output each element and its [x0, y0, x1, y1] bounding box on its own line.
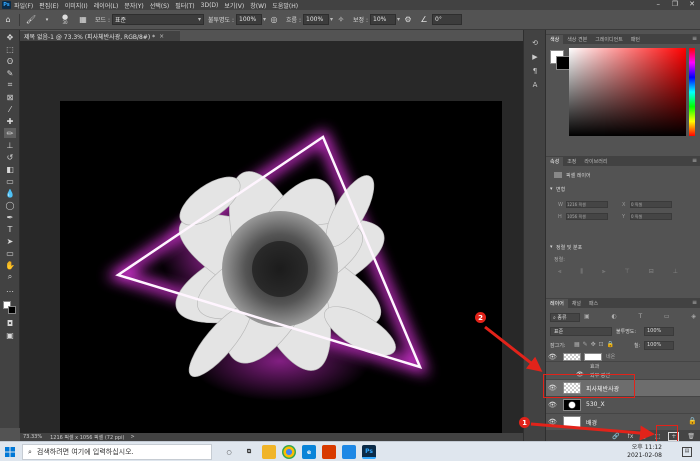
- windows-start-icon[interactable]: [5, 447, 15, 457]
- file-explorer-icon[interactable]: [262, 445, 276, 459]
- annotation-arrows: [484, 325, 655, 441]
- clock-date: 2021-02-08: [627, 452, 662, 459]
- photoshop-taskbar-icon[interactable]: Ps: [362, 445, 376, 459]
- taskbar-clock[interactable]: 오후 11:12 2021-02-08: [627, 444, 662, 460]
- task-view-icon[interactable]: ⧉: [242, 445, 256, 459]
- clock-time: 오후 11:12: [631, 444, 662, 451]
- chrome-icon[interactable]: [282, 445, 296, 459]
- cortana-icon[interactable]: ○: [222, 445, 236, 459]
- notification-icon[interactable]: ▤: [682, 447, 692, 457]
- arrow-to-layer: [484, 325, 543, 372]
- search-placeholder: 검색하려면 여기에 입력하십시오.: [36, 448, 134, 456]
- store-icon[interactable]: [342, 445, 356, 459]
- arrow-to-new-layer: [530, 422, 655, 441]
- taskbar-search-box[interactable]: ⌕ 검색하려면 여기에 입력하십시오.: [22, 444, 212, 460]
- office-icon[interactable]: [322, 445, 336, 459]
- search-icon: ⌕: [28, 447, 32, 456]
- edge-icon[interactable]: e: [302, 445, 316, 459]
- windows-taskbar: ⌕ 검색하려면 여기에 입력하십시오. ○ ⧉ e Ps 오후 11:12 20…: [0, 441, 700, 461]
